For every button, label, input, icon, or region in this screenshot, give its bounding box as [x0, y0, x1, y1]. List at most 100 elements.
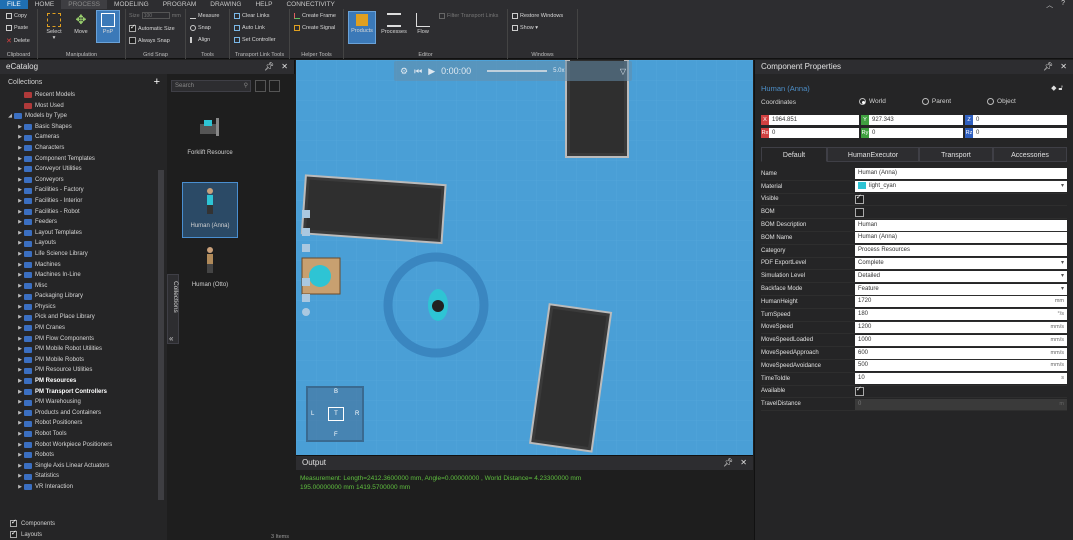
menu-tab-process[interactable]: PROCESS [61, 0, 108, 9]
filter-transport-links-button[interactable]: Filter Transport Links [439, 13, 498, 19]
property-field[interactable]: 10 s [855, 373, 1067, 385]
flow-button[interactable]: Flow [412, 11, 434, 35]
tree-item[interactable]: ▶ Machines [4, 260, 166, 271]
collapsed-arrow-icon[interactable]: ▶ [16, 482, 24, 493]
coord-x-field[interactable]: X 1964.851 [761, 115, 859, 125]
collapsed-arrow-icon[interactable]: ▶ [16, 143, 24, 154]
tree-item[interactable]: ▶ Facilities - Factory [4, 185, 166, 196]
collapsed-arrow-icon[interactable]: ▶ [16, 281, 24, 292]
collapsed-arrow-icon[interactable]: ▶ [16, 365, 24, 376]
restore-windows-button[interactable]: Restore Windows [512, 13, 563, 19]
close-icon[interactable]: ✕ [740, 456, 747, 470]
scene-canvas[interactable] [296, 60, 753, 455]
pnp-button[interactable]: PnP [96, 10, 120, 43]
tree-item[interactable]: ▶ Life Science Library [4, 249, 166, 260]
navcube-left[interactable]: L [311, 411, 314, 417]
tree-item[interactable]: ▶ Component Templates [4, 154, 166, 165]
property-field[interactable]: Human [855, 219, 1067, 231]
tree-item[interactable]: ▶ PM Transport Controllers [4, 387, 166, 398]
tree-item[interactable]: ▶ Cameras [4, 132, 166, 143]
close-icon[interactable]: ✕ [281, 60, 288, 74]
tree-item[interactable]: ▶ PM Mobile Robot Utilities [4, 344, 166, 355]
paste-button[interactable]: Paste [6, 25, 28, 31]
grid-size-field[interactable]: Size 100 mm [129, 12, 181, 19]
automatic-size-checkbox[interactable]: Automatic Size [129, 23, 175, 32]
property-field[interactable]: 500 mm/s [855, 360, 1067, 372]
collapsed-arrow-icon[interactable]: ▶ [16, 408, 24, 419]
coord-rz-field[interactable]: Rz 0 [965, 128, 1067, 138]
tree-item[interactable]: ▶ Robot Positioners [4, 418, 166, 429]
collapsed-arrow-icon[interactable]: ▶ [16, 312, 24, 323]
collapsed-arrow-icon[interactable]: ▶ [16, 450, 24, 461]
collapsed-arrow-icon[interactable]: ▶ [16, 461, 24, 472]
pin-icon[interactable]: 📌︎ [1043, 60, 1053, 74]
always-snap-checkbox[interactable]: Always Snap [129, 37, 170, 44]
tree-item[interactable]: Most Used [4, 101, 166, 112]
menu-tab-file[interactable]: FILE [0, 0, 28, 9]
copy-button[interactable]: Copy [6, 13, 27, 19]
tree-item[interactable]: ▶ Robots [4, 450, 166, 461]
catalog-item[interactable]: Forklift Resource [182, 114, 238, 156]
align-button[interactable]: Align [190, 37, 210, 43]
processes-button[interactable]: Processes [379, 11, 409, 35]
property-dropdown[interactable]: light_cyan [855, 181, 1067, 193]
collapsed-arrow-icon[interactable]: ▶ [16, 122, 24, 133]
navcube-front[interactable]: F [334, 432, 338, 438]
tab-accessories[interactable]: Accessories [993, 147, 1067, 162]
coord-rx-field[interactable]: Rx 0 [761, 128, 859, 138]
add-collection-icon[interactable]: + [154, 76, 160, 88]
collapsed-arrow-icon[interactable]: ▶ [16, 207, 24, 218]
collapsed-arrow-icon[interactable]: ▶ [16, 196, 24, 207]
collapsed-arrow-icon[interactable]: ▶ [16, 132, 24, 143]
scrollbar[interactable] [158, 170, 164, 500]
tree-item[interactable]: ▶ PM Warehousing [4, 397, 166, 408]
property-field[interactable]: Process Resources [855, 245, 1067, 257]
clear-links-button[interactable]: Clear Links [234, 13, 270, 19]
tree-item[interactable]: ▶ Robot Workpiece Positioners [4, 440, 166, 451]
close-icon[interactable]: ✕ [1060, 60, 1067, 74]
coord-z-field[interactable]: Z0 [965, 115, 1067, 125]
collapsed-arrow-icon[interactable]: ▶ [16, 397, 24, 408]
sim-speed-slider[interactable] [487, 70, 548, 72]
menu-tab-drawing[interactable]: DRAWING [203, 0, 248, 9]
human-anna-model[interactable] [428, 289, 448, 321]
coord-radio-object[interactable]: Object [987, 98, 1016, 105]
tab-humanexecutor[interactable]: HumanExecutor [827, 147, 919, 162]
tree-item[interactable]: ▶ Feeders [4, 217, 166, 228]
collapsed-arrow-icon[interactable]: ▶ [16, 291, 24, 302]
sort-icon[interactable] [269, 80, 280, 92]
tree-item[interactable]: ▶ PM Flow Components [4, 334, 166, 345]
menu-tab-modeling[interactable]: MODELING [107, 0, 156, 9]
property-dropdown[interactable]: Feature [855, 283, 1067, 295]
tree-item[interactable]: ▶ Layouts [4, 238, 166, 249]
menu-tab-help[interactable]: HELP [248, 0, 279, 9]
auto-link-button[interactable]: Auto Link [234, 25, 265, 31]
play-icon[interactable]: ▶ [428, 66, 435, 77]
expanded-arrow-icon[interactable]: ◢ [6, 111, 14, 122]
show-dropdown[interactable]: Show ▾ [512, 25, 538, 31]
3d-viewport[interactable]: ⚙ ⏮ ▶ 0:00:00 5.0x ▽ B L T R F [296, 60, 753, 455]
tab-default[interactable]: Default [761, 147, 827, 162]
coord-radio-world[interactable]: World [859, 98, 886, 105]
filter-checkbox[interactable]: Layouts [10, 529, 55, 540]
tree-item[interactable]: ▶ Basic Shapes [4, 122, 166, 133]
coord-y-field[interactable]: Y 927.343 [861, 115, 963, 125]
tree-item[interactable]: ▶ Robot Tools [4, 429, 166, 440]
conveyor-left[interactable] [300, 174, 447, 245]
property-checkbox[interactable] [855, 385, 864, 396]
collapsed-arrow-icon[interactable]: ▶ [16, 154, 24, 165]
tree-item[interactable]: ▶ Layout Templates [4, 228, 166, 239]
navigation-cube[interactable]: B L T R F [306, 386, 364, 442]
navcube-back[interactable]: B [334, 389, 338, 395]
filter-icon[interactable]: ▽ [620, 67, 626, 76]
collapsed-arrow-icon[interactable]: ▶ [16, 238, 24, 249]
property-field[interactable]: 1720 mm [855, 296, 1067, 308]
tree-item[interactable]: ▶ Characters [4, 143, 166, 154]
tree-item[interactable]: ▶ Packaging Library [4, 291, 166, 302]
menu-tab-home[interactable]: HOME [28, 0, 62, 9]
property-field[interactable]: 1200 mm/s [855, 321, 1067, 333]
tree-item[interactable]: ▶ Facilities - Interior [4, 196, 166, 207]
collapsed-arrow-icon[interactable]: ▶ [16, 334, 24, 345]
search-input[interactable]: Search ⚲ [171, 80, 251, 92]
tree-item[interactable]: ▶ Physics [4, 302, 166, 313]
